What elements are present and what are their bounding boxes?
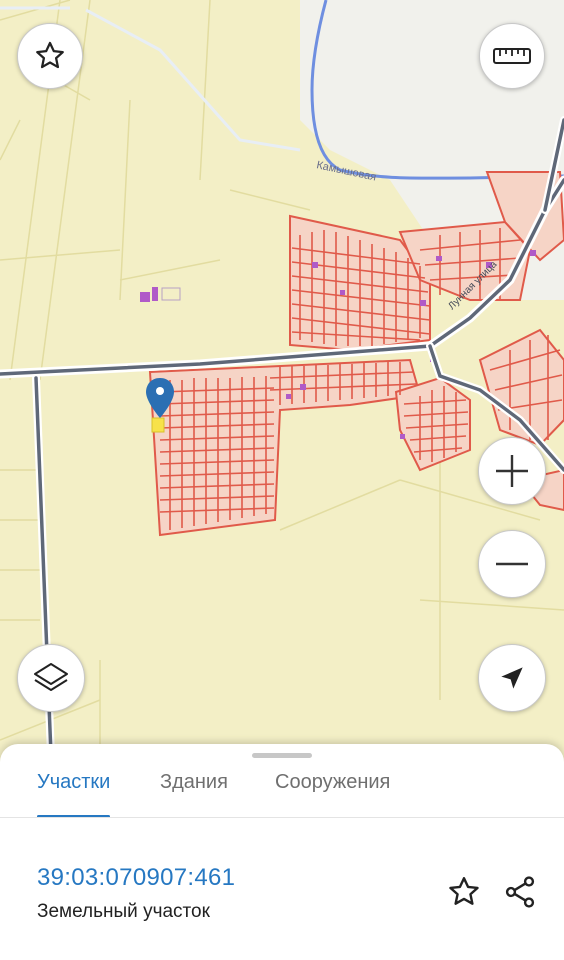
sheet-drag-handle[interactable] xyxy=(252,753,312,758)
share-icon xyxy=(505,876,535,908)
zoom-out-button[interactable] xyxy=(478,530,546,598)
share-button[interactable] xyxy=(500,872,540,912)
tab-parcels[interactable]: Участки xyxy=(37,768,111,818)
tab-bar: Участки Здания Сооружения xyxy=(0,768,564,818)
tab-structures[interactable]: Сооружения xyxy=(275,768,390,818)
star-icon xyxy=(36,41,64,69)
bottom-sheet: Участки Здания Сооружения 39:03:070907:4… xyxy=(0,744,564,960)
tabs-divider xyxy=(0,817,564,818)
navigation-arrow-icon xyxy=(501,667,523,689)
locate-button[interactable] xyxy=(478,644,546,712)
parcel-type-label: Земельный участок xyxy=(37,901,210,922)
ruler-icon xyxy=(493,48,531,64)
cadastral-number-link[interactable]: 39:03:070907:461 xyxy=(37,864,235,892)
map-view[interactable]: Камышовая Лунная улица xyxy=(0,0,564,780)
plus-icon xyxy=(496,455,528,487)
layers-icon xyxy=(34,663,68,691)
tab-buildings[interactable]: Здания xyxy=(160,768,228,818)
star-outline-icon xyxy=(449,877,479,905)
minus-icon xyxy=(496,562,528,566)
favorite-button[interactable] xyxy=(17,23,83,89)
layers-button[interactable] xyxy=(17,644,85,712)
ruler-button[interactable] xyxy=(479,23,545,89)
zoom-in-button[interactable] xyxy=(478,437,546,505)
add-favorite-button[interactable] xyxy=(444,872,484,912)
